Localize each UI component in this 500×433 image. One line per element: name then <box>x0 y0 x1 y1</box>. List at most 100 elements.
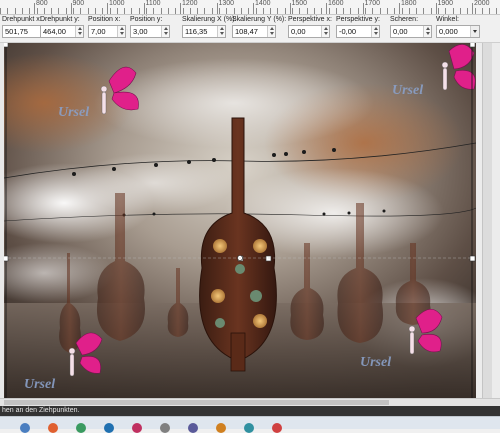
ruler-tick <box>262 8 264 14</box>
pivot-x-label: Drehpunkt x: <box>2 16 42 23</box>
ruler-tick <box>109 8 111 14</box>
angle-dropdown-arrow[interactable] <box>470 26 479 37</box>
position-x-spinner[interactable] <box>117 26 125 37</box>
ruler-tick <box>335 8 337 14</box>
app-icon[interactable] <box>244 423 254 433</box>
ruler-tick <box>467 8 469 14</box>
pivot-y-spinner[interactable] <box>75 26 83 37</box>
scale-x-value: 116,35 <box>185 27 208 36</box>
app-icon[interactable] <box>272 423 282 433</box>
ruler-tick <box>43 8 45 14</box>
horizontal-scrollbar-thumb[interactable] <box>4 400 389 405</box>
ruler-tick <box>167 8 169 14</box>
ruler-tick <box>328 8 330 14</box>
horizontal-ruler[interactable]: 800 900 1000 1100 1200 1300 1400 1500 1600 1700 18… <box>0 0 500 15</box>
ruler-tick <box>350 8 352 14</box>
scale-x-spinner[interactable] <box>217 26 225 37</box>
ruler-number: 1900 <box>437 0 454 7</box>
shear-value: 0,00 <box>393 27 408 36</box>
ruler-tick <box>357 8 359 14</box>
firefox-icon[interactable] <box>48 423 58 433</box>
ruler-major-tick <box>253 3 254 14</box>
ruler-tick <box>240 8 242 14</box>
ruler-major-tick <box>399 3 400 14</box>
ruler-tick <box>36 8 38 14</box>
ruler-tick <box>233 8 235 14</box>
perspective-y-input[interactable]: -0,00 <box>336 25 380 38</box>
ruler-major-tick <box>70 3 72 14</box>
app-icon[interactable] <box>132 423 142 433</box>
pivot-x-value: 501,75 <box>5 27 28 36</box>
ruler-major-tick <box>289 3 291 14</box>
shear-label: Scheren: <box>390 16 419 23</box>
angle-label: Winkel: <box>436 16 459 23</box>
app-icon[interactable] <box>104 423 114 433</box>
ruler-number: 1300 <box>218 0 235 7</box>
scale-x-input[interactable]: 116,35 <box>182 25 226 38</box>
ruler-tick <box>0 8 1 14</box>
app-icon[interactable] <box>76 423 86 433</box>
perspective-y-spinner[interactable] <box>371 26 379 37</box>
ruler-major-tick <box>34 3 35 14</box>
ruler-tick <box>481 8 483 14</box>
ruler-number: 1600 <box>328 0 344 7</box>
ruler-tick <box>394 8 396 14</box>
ruler-tick <box>197 8 199 14</box>
ruler-tick <box>94 8 96 14</box>
position-y-spinner[interactable] <box>161 26 169 37</box>
ruler-tick <box>379 8 381 14</box>
ruler-tick <box>365 8 366 14</box>
ruler-tick <box>343 8 345 14</box>
ruler-tick <box>416 8 418 14</box>
scale-y-value: 108,47 <box>235 27 258 36</box>
ruler-tick <box>7 8 9 14</box>
ruler-tick <box>226 8 228 14</box>
ruler-tick <box>292 8 293 14</box>
ruler-tick <box>80 8 82 14</box>
perspective-y-value: -0,00 <box>339 27 357 36</box>
ruler-tick <box>445 8 447 14</box>
ruler-tick <box>29 8 31 14</box>
app-icon[interactable] <box>188 423 198 433</box>
ruler-tick <box>124 8 126 14</box>
scale-y-spinner[interactable] <box>267 26 275 37</box>
ruler-tick <box>182 8 184 14</box>
pivot-y-value: 464,00 <box>43 27 66 36</box>
vertical-scrollbar[interactable] <box>482 43 492 398</box>
ruler-tick <box>175 8 177 14</box>
watermark-bottom-right: Ursel <box>360 355 392 370</box>
ruler-tick <box>438 8 439 14</box>
ruler-tick <box>189 8 191 14</box>
scale-y-input[interactable]: 108,47 <box>232 25 276 38</box>
image-canvas[interactable]: Ursel Ursel Ursel Ursel <box>4 43 476 398</box>
position-y-input[interactable]: 3,00 <box>130 25 170 38</box>
ruler-tick <box>58 8 60 14</box>
ruler-tick <box>87 8 89 14</box>
position-x-label: Position x: <box>88 16 121 23</box>
ruler-major-tick <box>107 3 108 14</box>
shear-input[interactable]: 0,00 <box>390 25 432 38</box>
position-y-label: Position y: <box>130 16 163 23</box>
watermark-top-left: Ursel <box>58 105 90 120</box>
chrome-icon[interactable] <box>20 423 30 433</box>
watermark-top-right: Ursel <box>392 83 424 98</box>
pivot-y-input[interactable]: 464,00 <box>40 25 84 38</box>
ruler-tick <box>14 8 16 14</box>
shear-spinner[interactable] <box>423 26 431 37</box>
angle-value: 0,000 <box>439 27 458 36</box>
position-x-input[interactable]: 7,00 <box>88 25 126 38</box>
ruler-tick <box>153 8 155 14</box>
ruler-tick <box>299 8 301 14</box>
perspective-x-input[interactable]: 0,00 <box>288 25 330 38</box>
ruler-tick <box>313 8 315 14</box>
ruler-number: 2000 <box>474 0 490 7</box>
ruler-major-tick <box>472 3 473 14</box>
ruler-tick <box>401 8 403 14</box>
perspective-x-spinner[interactable] <box>321 26 329 37</box>
ruler-tick <box>211 8 213 14</box>
ruler-tick <box>219 8 220 14</box>
ruler-tick <box>496 8 498 14</box>
app-icon[interactable] <box>160 423 170 433</box>
angle-input[interactable]: 0,000 <box>436 25 480 38</box>
app-icon[interactable] <box>216 423 226 433</box>
